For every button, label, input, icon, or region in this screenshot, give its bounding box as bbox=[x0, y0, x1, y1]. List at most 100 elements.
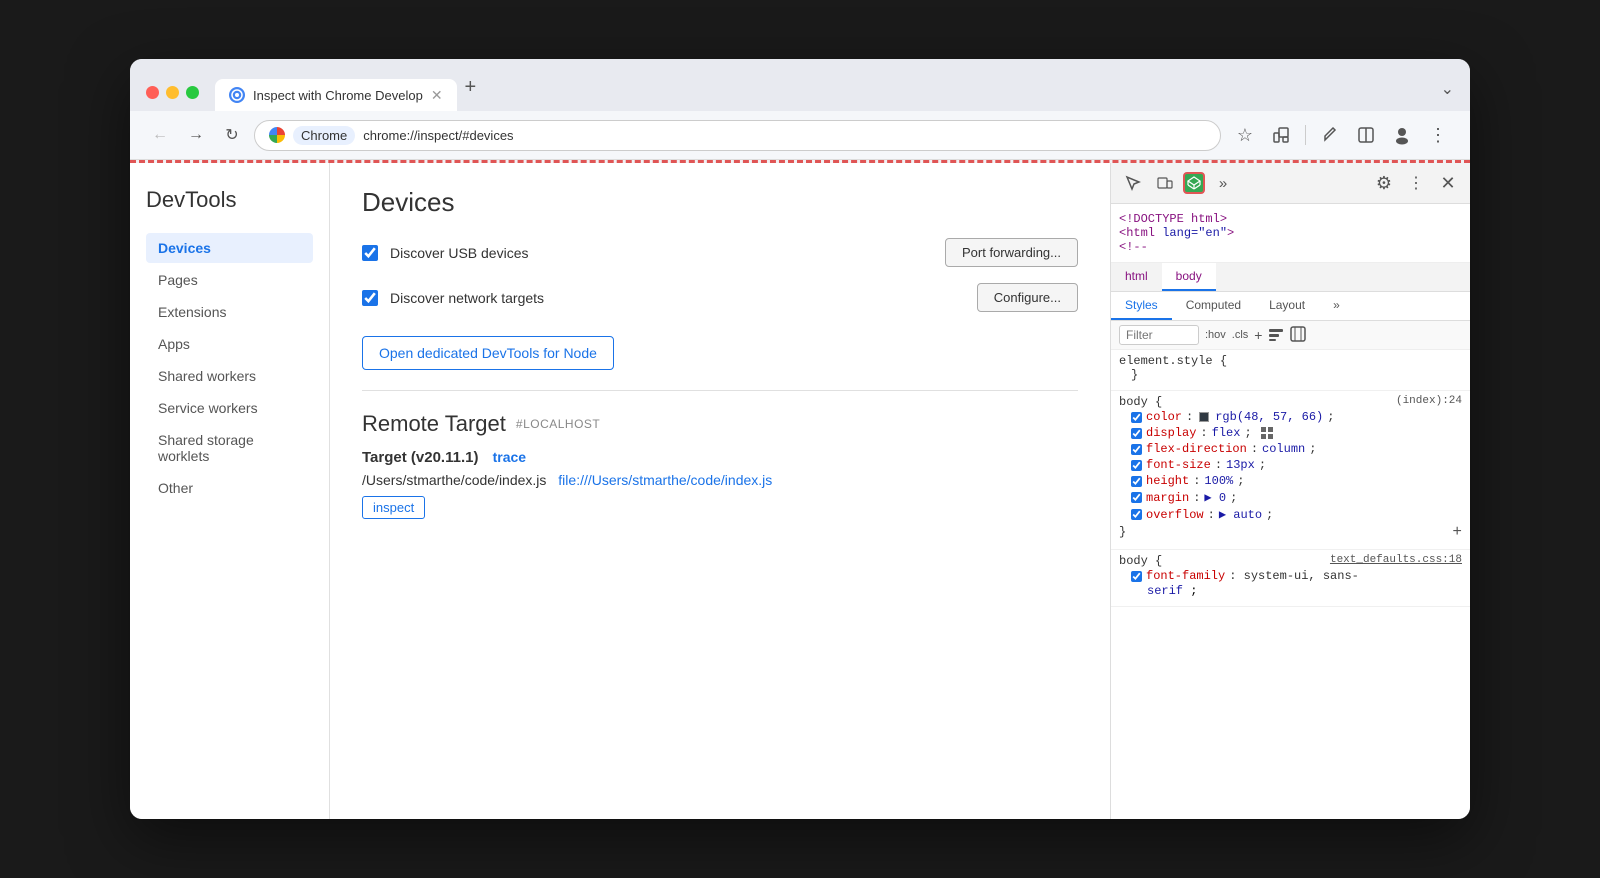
tab-favicon bbox=[229, 87, 245, 103]
forward-button[interactable]: → bbox=[182, 121, 210, 149]
sidebar: DevTools Devices Pages Extensions Apps S… bbox=[130, 163, 330, 819]
prop-checkbox-font-family[interactable] bbox=[1131, 571, 1142, 582]
sidebar-item-shared-storage[interactable]: Shared storage worklets bbox=[146, 425, 313, 471]
bookmark-button[interactable]: ☆ bbox=[1229, 119, 1261, 151]
menu-button[interactable]: ⋮ bbox=[1422, 119, 1454, 151]
styles-filter-input[interactable] bbox=[1119, 325, 1199, 345]
content-area: Devices Discover USB devices Port forwar… bbox=[330, 163, 1110, 819]
inspect-mode-button[interactable] bbox=[1290, 326, 1306, 345]
new-tab-button[interactable]: + bbox=[465, 76, 477, 111]
sidebar-item-other[interactable]: Other bbox=[146, 473, 313, 503]
usb-devices-row: Discover USB devices Port forwarding... bbox=[362, 238, 1078, 267]
prop-checkbox-color[interactable] bbox=[1131, 412, 1142, 423]
class-button[interactable]: .cls bbox=[1232, 329, 1249, 341]
settings-button[interactable]: ⚙ bbox=[1370, 169, 1398, 197]
target-name: Target (v20.11.1) trace bbox=[362, 449, 1078, 466]
network-targets-label: Discover network targets bbox=[390, 290, 977, 306]
body-selector-1: body { bbox=[1119, 395, 1162, 409]
target-file-path: /Users/stmarthe/code/index.js file:///Us… bbox=[362, 472, 1078, 488]
page-content: DevTools Devices Pages Extensions Apps S… bbox=[130, 163, 1110, 819]
split-view-button[interactable] bbox=[1350, 119, 1382, 151]
network-targets-row: Discover network targets Configure... bbox=[362, 283, 1078, 312]
computed-tab[interactable]: Computed bbox=[1172, 292, 1255, 320]
body-tab[interactable]: body bbox=[1162, 263, 1216, 291]
browser-toolbar: ← → ↻ Chrome chrome://inspect/#devices ☆… bbox=[130, 111, 1470, 160]
tab-title: Inspect with Chrome Develop bbox=[253, 88, 423, 103]
3d-view-button[interactable] bbox=[1183, 172, 1205, 194]
prop-checkbox-display[interactable] bbox=[1131, 428, 1142, 439]
prop-checkbox-margin[interactable] bbox=[1131, 492, 1142, 503]
add-property-button[interactable]: + bbox=[1254, 327, 1262, 343]
html-tab[interactable]: html bbox=[1111, 263, 1162, 291]
color-format-button[interactable] bbox=[1268, 326, 1284, 345]
remote-target-heading: Remote Target #LOCALHOST bbox=[362, 411, 1078, 437]
layout-tab[interactable]: Layout bbox=[1255, 292, 1319, 320]
more-tabs-button[interactable]: » bbox=[1319, 292, 1354, 320]
body-style-block-1: body { (index):24 color : rgb(48, 57, 66… bbox=[1111, 391, 1470, 550]
chrome-label: Chrome bbox=[293, 126, 355, 145]
dom-line-3: <!-- bbox=[1119, 240, 1462, 254]
sidebar-item-extensions[interactable]: Extensions bbox=[146, 297, 313, 327]
flex-icon bbox=[1260, 426, 1274, 440]
toolbar-divider bbox=[1305, 125, 1306, 145]
sidebar-item-service-workers[interactable]: Service workers bbox=[146, 393, 313, 423]
configure-button[interactable]: Configure... bbox=[977, 283, 1078, 312]
select-element-button[interactable] bbox=[1119, 169, 1147, 197]
sidebar-item-shared-workers[interactable]: Shared workers bbox=[146, 361, 313, 391]
open-devtools-node-button[interactable]: Open dedicated DevTools for Node bbox=[362, 336, 614, 370]
style-prop-margin: margin : ▶ 0 ; bbox=[1119, 489, 1462, 506]
body-source-1: (index):24 bbox=[1396, 395, 1462, 407]
maximize-window-button[interactable] bbox=[186, 86, 199, 99]
dom-line-2: <html lang="en"> bbox=[1119, 226, 1462, 240]
tab-close-button[interactable]: ✕ bbox=[431, 88, 443, 102]
minimize-window-button[interactable] bbox=[166, 86, 179, 99]
reload-button[interactable]: ↻ bbox=[218, 121, 246, 149]
element-style-selector: element.style { bbox=[1119, 354, 1462, 368]
localhost-badge: #LOCALHOST bbox=[516, 417, 600, 431]
body-source-2: text_defaults.css:18 bbox=[1330, 554, 1462, 566]
sidebar-item-apps[interactable]: Apps bbox=[146, 329, 313, 359]
file-url-link[interactable]: file:///Users/stmarthe/code/index.js bbox=[558, 472, 772, 488]
prop-checkbox-font-size[interactable] bbox=[1131, 460, 1142, 471]
active-tab[interactable]: Inspect with Chrome Develop ✕ bbox=[215, 79, 457, 111]
address-bar[interactable]: Chrome chrome://inspect/#devices bbox=[254, 120, 1221, 151]
tab-list-button[interactable]: ⌄ bbox=[1441, 79, 1454, 111]
usb-devices-checkbox[interactable] bbox=[362, 245, 378, 261]
add-style-button[interactable]: + bbox=[1452, 523, 1462, 541]
page-title: Devices bbox=[362, 187, 1078, 218]
close-devtools-button[interactable]: ✕ bbox=[1434, 169, 1462, 197]
devtools-toolbar: » ⚙ ⋮ ✕ bbox=[1111, 163, 1470, 204]
sidebar-item-devices[interactable]: Devices bbox=[146, 233, 313, 263]
style-prop-color: color : rgb(48, 57, 66) ; bbox=[1119, 409, 1462, 425]
pipette-button[interactable] bbox=[1314, 119, 1346, 151]
sidebar-item-pages[interactable]: Pages bbox=[146, 265, 313, 295]
dom-preview: <!DOCTYPE html> <html lang="en"> <!-- bbox=[1111, 204, 1470, 263]
prop-checkbox-flex-dir[interactable] bbox=[1131, 444, 1142, 455]
pseudo-class-button[interactable]: :hov bbox=[1205, 329, 1226, 341]
style-tabs: Styles Computed Layout » bbox=[1111, 292, 1470, 321]
network-targets-checkbox[interactable] bbox=[362, 290, 378, 306]
more-options-button[interactable]: ⋮ bbox=[1402, 169, 1430, 197]
title-bar: Inspect with Chrome Develop ✕ + ⌄ bbox=[130, 59, 1470, 111]
chrome-logo-icon bbox=[269, 127, 285, 143]
style-prop-height: height : 100% ; bbox=[1119, 473, 1462, 489]
prop-checkbox-overflow[interactable] bbox=[1131, 509, 1142, 520]
body-selector-2: body { bbox=[1119, 554, 1162, 568]
port-forwarding-button[interactable]: Port forwarding... bbox=[945, 238, 1078, 267]
back-button[interactable]: ← bbox=[146, 121, 174, 149]
style-prop-display: display : flex ; bbox=[1119, 425, 1462, 441]
close-window-button[interactable] bbox=[146, 86, 159, 99]
trace-link[interactable]: trace bbox=[493, 449, 526, 465]
device-toolbar-button[interactable] bbox=[1151, 169, 1179, 197]
style-prop-font-family: font-family : system-ui, sans- bbox=[1119, 568, 1462, 584]
profile-button[interactable] bbox=[1386, 119, 1418, 151]
prop-checkbox-height[interactable] bbox=[1131, 476, 1142, 487]
inspect-button[interactable]: inspect bbox=[362, 496, 425, 519]
styles-tab[interactable]: Styles bbox=[1111, 292, 1172, 320]
devtools-panel: » ⚙ ⋮ ✕ <!DOCTYPE html> <html lang="en">… bbox=[1110, 163, 1470, 819]
body-style-block-2: body { text_defaults.css:18 font-family … bbox=[1111, 550, 1470, 607]
traffic-lights bbox=[146, 86, 199, 111]
toolbar-icons: ☆ ⋮ bbox=[1229, 119, 1454, 151]
extensions-button[interactable] bbox=[1265, 119, 1297, 151]
more-tools-button[interactable]: » bbox=[1209, 169, 1237, 197]
